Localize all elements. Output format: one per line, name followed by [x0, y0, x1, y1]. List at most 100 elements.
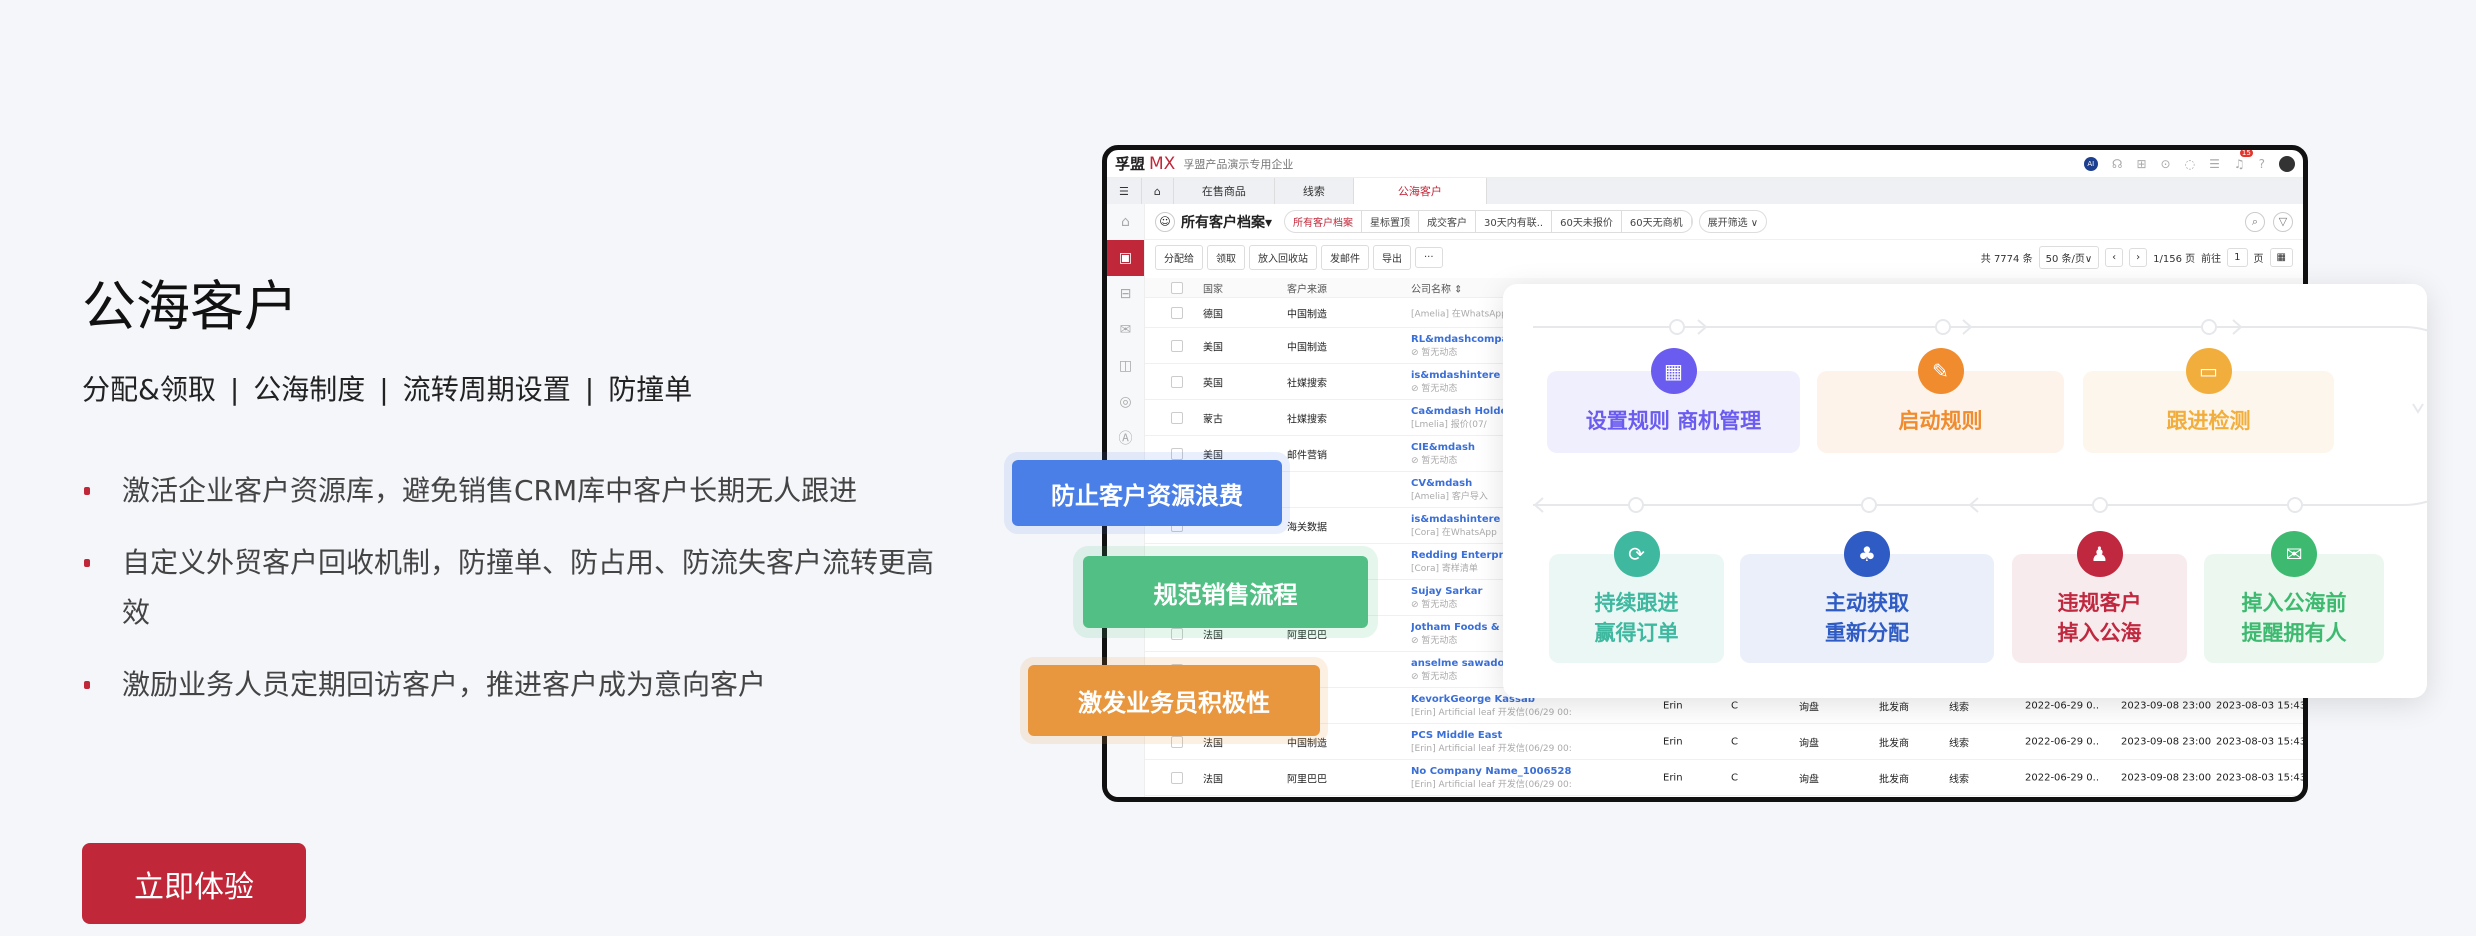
app-header: 孚盟 MX 孚盟产品演示专用企业 AI ☊ ⊞ ⊙ ◌ ☰ ♫ 15 ?	[1107, 150, 2303, 178]
compass-icon[interactable]: ◎	[1107, 384, 1144, 420]
source-cell: 阿里巴巴	[1287, 774, 1327, 785]
owner-cell: Erin	[1663, 736, 1683, 747]
source-cell: 社媒搜索	[1287, 414, 1327, 425]
row-checkbox[interactable]	[1171, 375, 1183, 388]
country-cell: 德国	[1203, 309, 1223, 320]
tag-motivate-sales: 激发业务员积极性	[1028, 665, 1320, 736]
source-cell: 中国制造	[1287, 342, 1327, 353]
tab-leads[interactable]: 线索	[1275, 178, 1354, 204]
kind-cell: 批发商	[1879, 774, 1909, 785]
ai-icon[interactable]: AI	[2083, 156, 2098, 171]
more-button[interactable]: ···	[1415, 246, 1443, 268]
tab-public-customers[interactable]: 公海客户	[1353, 178, 1487, 204]
table-row[interactable]: 法国 阿里巴巴 No Company Name_10065283425 [Erin…	[1145, 760, 2303, 796]
pagination: 共 7774 条 50 条/页∨ ‹ › 1/156 页 前往 1 页 ▦	[1981, 245, 2293, 269]
activity-text: [Erin] Artificial leaf 开发信(06/29 00:09)	[1411, 779, 1571, 790]
column-header[interactable]: 客户来源	[1287, 280, 1327, 295]
whatsapp-icon[interactable]: ◌	[2185, 157, 2195, 171]
row-checkbox[interactable]	[1171, 339, 1183, 352]
company-link[interactable]: PCS Middle East	[1411, 730, 1571, 741]
org-icon[interactable]: ⊟	[1107, 276, 1144, 312]
home-icon[interactable]: ⌂	[1107, 204, 1144, 240]
search-icon[interactable]: ⌕	[2245, 211, 2265, 232]
source-cell: 海关数据	[1287, 522, 1327, 533]
stage-cell: 线索	[1949, 774, 1969, 785]
recycle-button[interactable]: 放入回收站	[1249, 244, 1317, 270]
notification-badge: 15	[2239, 148, 2253, 157]
user-alert-icon: ♟	[2076, 531, 2123, 577]
source-cell: 阿里巴巴	[1287, 630, 1327, 641]
owner-cell: Erin	[1663, 772, 1683, 783]
filter-icon[interactable]: ▽	[2273, 211, 2293, 232]
row-checkbox[interactable]	[1171, 411, 1183, 424]
help-icon[interactable]: ?	[2259, 157, 2265, 171]
kind-cell: 批发商	[1879, 738, 1909, 749]
org-name: 孚盟产品演示专用企业	[1183, 157, 1294, 171]
company-cell: PCS Middle East [Erin] Artificial leaf 开发…	[1411, 730, 1571, 754]
document-gear-icon: ✎	[1917, 348, 1964, 394]
tag-standardize-process: 规范销售流程	[1083, 556, 1368, 628]
apps-icon[interactable]: ⊞	[2136, 157, 2146, 171]
refresh-icon: ⟳	[1613, 531, 1660, 577]
company-link[interactable]: No Company Name_10065283425	[1411, 766, 1571, 777]
filter-chip[interactable]: 所有客户档案	[1285, 211, 1363, 232]
row-checkbox[interactable]	[1171, 447, 1183, 460]
subtitle-item: 公海制度	[253, 373, 366, 406]
row-checkbox[interactable]	[1171, 306, 1183, 319]
assign-button[interactable]: 分配给	[1155, 244, 1203, 270]
bag-icon[interactable]: ◫	[1107, 348, 1144, 384]
expand-filter-button[interactable]: 展开筛选 ∨	[1698, 210, 1768, 233]
tasks-icon[interactable]: ☰	[2209, 157, 2220, 171]
tab-products[interactable]: 在售商品	[1174, 178, 1275, 204]
user-icon[interactable]: ☺	[1155, 211, 1175, 232]
column-settings-icon[interactable]: ▦	[2269, 247, 2293, 267]
a-icon[interactable]: Ⓐ	[1107, 420, 1144, 456]
view-selector[interactable]: 所有客户档案▾	[1181, 212, 1272, 232]
page-size-select[interactable]: 50 条/页∨	[2038, 245, 2100, 269]
goto-label: 前往	[2201, 253, 2222, 265]
avatar[interactable]	[2279, 155, 2295, 172]
separator: |	[584, 373, 595, 406]
claim-button[interactable]: 领取	[1207, 244, 1245, 270]
select-all-checkbox[interactable]	[1171, 281, 1183, 294]
d2-cell: 2023-09-08 23:00	[2121, 772, 2212, 783]
source-cell: 社媒搜索	[1287, 378, 1327, 389]
filter-chip[interactable]: 星标置顶	[1362, 211, 1420, 232]
d1-cell: 2022-06-29 0..	[2025, 700, 2100, 711]
export-button[interactable]: 导出	[1373, 244, 1411, 270]
filter-chip[interactable]: 成交客户	[1419, 211, 1477, 232]
bullet-icon	[84, 559, 90, 567]
row-checkbox[interactable]	[1171, 771, 1183, 784]
source-cell: 邮件营销	[1287, 450, 1327, 461]
row-checkbox[interactable]	[1171, 627, 1183, 640]
bell-icon[interactable]: ♫ 15	[2234, 150, 2253, 171]
feature-text: 激励业务人员定期回访客户，推进客户成为意向客户	[122, 668, 767, 701]
menu-toggle-icon[interactable]: ☰	[1107, 178, 1142, 204]
page-title: 公海客户	[82, 275, 298, 338]
download-icon[interactable]: ⊙	[2161, 157, 2171, 171]
owner-cell: Erin	[1663, 700, 1683, 711]
filter-chip[interactable]: 60天未报价	[1552, 211, 1622, 232]
d2-cell: 2023-09-08 23:00	[2121, 736, 2212, 747]
send-email-button[interactable]: 发邮件	[1321, 244, 1369, 270]
row-checkbox[interactable]	[1171, 735, 1183, 748]
subtitle-item: 防撞单	[608, 373, 693, 406]
customer-icon[interactable]: ▣	[1107, 240, 1144, 276]
mail-icon[interactable]: ✉	[1107, 312, 1144, 348]
action-toolbar: 分配给 领取 放入回收站 发邮件 导出 ··· 共 7774 条 50 条/页∨…	[1145, 240, 2303, 274]
goto-page-input[interactable]: 1	[2227, 247, 2248, 267]
filter-chip[interactable]: 30天内有联..	[1476, 211, 1553, 232]
app-logo: 孚盟 MX	[1115, 154, 1176, 174]
filter-chip[interactable]: 60天无商机	[1622, 211, 1692, 232]
note-icon: ✉	[2271, 531, 2317, 577]
next-page-button[interactable]: ›	[2129, 247, 2148, 267]
try-now-button[interactable]: 立即体验	[82, 843, 306, 924]
headset-icon[interactable]: ☊	[2112, 157, 2123, 171]
tag-prevent-waste: 防止客户资源浪费	[1012, 460, 1282, 526]
country-cell: 法国	[1203, 630, 1223, 641]
bullet-icon	[84, 487, 90, 495]
prev-page-button[interactable]: ‹	[2105, 247, 2124, 267]
country-cell: 美国	[1203, 450, 1223, 461]
column-header[interactable]: 国家	[1203, 280, 1223, 295]
home-tab-icon[interactable]: ⌂	[1142, 178, 1174, 204]
